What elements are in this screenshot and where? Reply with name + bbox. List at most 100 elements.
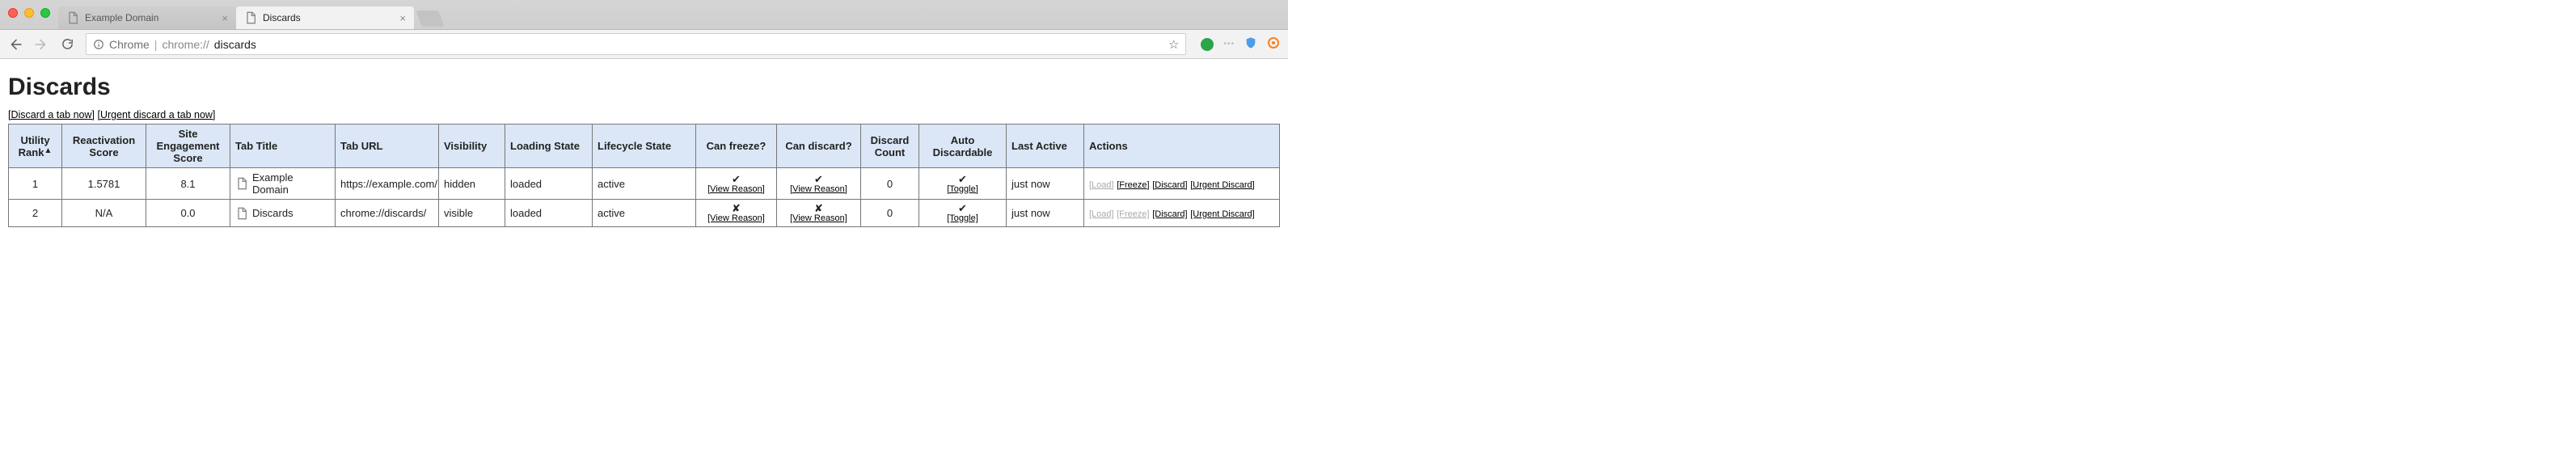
maximize-window-button[interactable] [40,8,50,18]
separator: | [154,38,158,51]
page-favicon-icon [244,11,257,24]
cell-tab-url: chrome://discards/ [336,200,439,227]
page-favicon-icon [235,207,248,220]
cell-tab-title: Discards [230,200,336,227]
col-reactivation-score[interactable]: Reactivation Score [62,125,146,168]
action-freeze: [Freeze] [1117,209,1149,219]
view-reason-link[interactable]: [View Reason] [782,184,855,194]
extension-icons: ••• [1197,36,1280,52]
cell-site-engagement-score: 0.0 [146,200,230,227]
security-label: Chrome [109,38,150,51]
shield-icon[interactable] [1244,36,1257,52]
table-row: 11.57818.1Example Domainhttps://example.… [9,168,1280,200]
cell-can-freeze: ✘[View Reason] [696,200,777,227]
sort-asc-icon: ▲ [44,146,52,155]
action-load: [Load] [1089,180,1114,190]
cell-site-engagement-score: 8.1 [146,168,230,200]
cell-auto-discardable: ✔[Toggle] [919,200,1007,227]
col-tab-url[interactable]: Tab URL [336,125,439,168]
reload-button[interactable] [60,37,74,52]
cell-can-discard: ✘[View Reason] [777,200,861,227]
col-can-discard[interactable]: Can discard? [777,125,861,168]
url-path: discards [214,38,256,51]
cell-visibility: visible [439,200,505,227]
view-reason-link[interactable]: [View Reason] [701,184,771,194]
view-reason-link[interactable]: [View Reason] [701,213,771,223]
cell-actions: [Load] [Freeze] [Discard] [Urgent Discar… [1084,200,1280,227]
action-freeze[interactable]: [Freeze] [1117,180,1149,190]
urgent-discard-now-link[interactable]: [Urgent discard a tab now] [97,109,215,120]
cell-lifecycle-state: active [593,200,696,227]
top-action-links: [Discard a tab now] [Urgent discard a ta… [8,109,1280,120]
extension-icon[interactable] [1201,38,1214,51]
overflow-icon[interactable]: ••• [1223,40,1235,49]
col-tab-title[interactable]: Tab Title [230,125,336,168]
view-reason-link[interactable]: [View Reason] [782,213,855,223]
minimize-window-button[interactable] [24,8,34,18]
tab-title-text: Discards [252,207,293,219]
tab-bar: Example Domain × Discards × [0,0,1288,29]
check-mark-icon: ✔ [924,203,1001,213]
cell-discard-count: 0 [861,200,919,227]
cell-reactivation-score: 1.5781 [62,168,146,200]
bookmark-star-icon[interactable]: ☆ [1168,37,1179,52]
page-favicon-icon [235,177,248,190]
cell-tab-url: https://example.com/ [336,168,439,200]
col-utility-rank[interactable]: Utility Rank▲ [9,125,62,168]
col-visibility[interactable]: Visibility [439,125,505,168]
action-urgent-discard[interactable]: [Urgent Discard] [1190,180,1254,190]
toggle-link[interactable]: [Toggle] [924,184,1001,194]
close-tab-icon[interactable]: × [222,13,228,23]
back-button[interactable] [8,37,23,52]
col-site-engagement-score[interactable]: Site Engagement Score [146,125,230,168]
cell-auto-discardable: ✔[Toggle] [919,168,1007,200]
cell-visibility: hidden [439,168,505,200]
tab-title-text: Example Domain [252,171,330,196]
table-header-row: Utility Rank▲ Reactivation Score Site En… [9,125,1280,168]
address-bar[interactable]: Chrome | chrome:// discards ☆ [86,33,1186,55]
table-row: 2N/A0.0 Discards chrome://discards/visible… [9,200,1280,227]
check-mark-icon: ✔ [924,174,1001,184]
action-load: [Load] [1089,209,1114,219]
action-urgent-discard[interactable]: [Urgent Discard] [1190,209,1254,219]
col-auto-discardable[interactable]: Auto Discardable [919,125,1007,168]
cell-loading-state: loaded [505,200,593,227]
tab-title: Example Domain [85,12,158,23]
tab-title: Discards [263,12,301,23]
cell-can-discard: ✔[View Reason] [777,168,861,200]
col-discard-count[interactable]: Discard Count [861,125,919,168]
browser-chrome: Example Domain × Discards × Chrome | chr… [0,0,1288,59]
cell-last-active: just now [1007,200,1084,227]
col-can-freeze[interactable]: Can freeze? [696,125,777,168]
close-window-button[interactable] [8,8,18,18]
check-mark-icon: ✔ [701,174,771,184]
forward-button[interactable] [34,37,49,52]
cell-tab-title: Example Domain [230,168,336,200]
col-actions[interactable]: Actions [1084,125,1280,168]
cell-lifecycle-state: active [593,168,696,200]
new-tab-button[interactable] [416,11,444,27]
cell-utility-rank: 2 [9,200,62,227]
window-controls [8,8,50,18]
discard-now-link[interactable]: [Discard a tab now] [8,109,95,120]
check-mark-icon: ✘ [701,203,771,213]
cell-reactivation-score: N/A [62,200,146,227]
browser-tab-0[interactable]: Example Domain × [58,6,236,29]
info-icon [93,39,104,50]
col-loading-state[interactable]: Loading State [505,125,593,168]
browser-tab-1[interactable]: Discards × [236,6,414,29]
action-discard[interactable]: [Discard] [1152,209,1187,219]
check-mark-icon: ✘ [782,203,855,213]
col-last-active[interactable]: Last Active [1007,125,1084,168]
col-lifecycle-state[interactable]: Lifecycle State [593,125,696,168]
extension-circle-icon[interactable] [1267,36,1280,52]
page-favicon-icon [66,11,79,24]
url-scheme: chrome:// [162,38,209,51]
cell-actions: [Load] [Freeze] [Discard] [Urgent Discar… [1084,168,1280,200]
check-mark-icon: ✔ [782,174,855,184]
toggle-link[interactable]: [Toggle] [924,213,1001,223]
page-title: Discards [8,74,1280,101]
discards-table: Utility Rank▲ Reactivation Score Site En… [8,124,1280,227]
close-tab-icon[interactable]: × [399,13,406,23]
action-discard[interactable]: [Discard] [1152,180,1187,190]
